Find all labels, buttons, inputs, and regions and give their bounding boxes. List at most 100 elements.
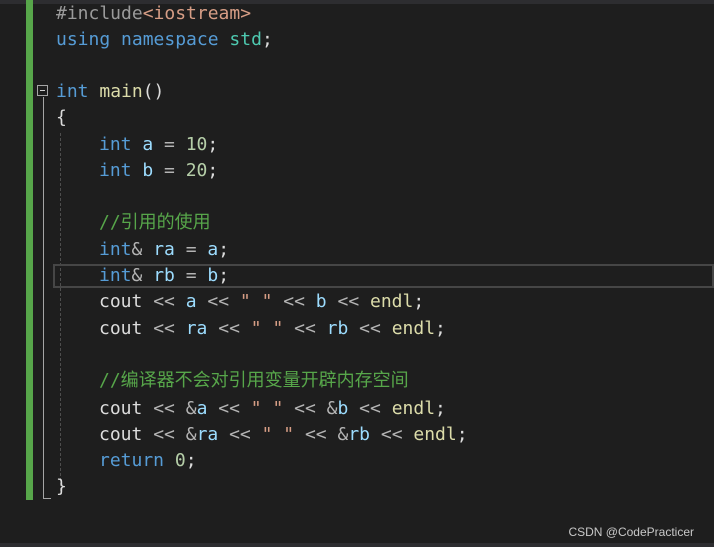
indent-guide [60, 133, 61, 491]
token-address-of: & [185, 424, 197, 445]
code-line-16[interactable]: cout << &a << " " << &b << endl; [99, 396, 446, 422]
change-tracking-bar [26, 0, 33, 500]
token-keyword: int [99, 265, 132, 286]
token-keyword: namespace [121, 29, 219, 50]
token-punct: ; [261, 29, 273, 50]
token-operator: << [218, 424, 262, 445]
token-identifier: cout [99, 424, 143, 445]
token-operator: << [370, 424, 414, 445]
token-operator: = [153, 160, 186, 181]
token-variable: ra [153, 239, 175, 260]
outlining-end [43, 498, 51, 499]
token-operator: = [174, 265, 208, 286]
token-comment: //编译器不会对引用变量开辟内存空间 [99, 370, 409, 391]
token-variable: b [142, 160, 154, 181]
token-operator: << [207, 318, 251, 339]
token-variable: ra [196, 424, 219, 445]
code-line-13[interactable]: cout << ra << " " << rb << endl; [99, 316, 446, 342]
token-operator: << [142, 291, 186, 312]
token-keyword: int [99, 160, 132, 181]
token-operator: << [207, 398, 251, 419]
token-keyword: int [99, 239, 132, 260]
editor-bottom-edge [0, 543, 714, 547]
token-operator: << [142, 398, 186, 419]
token-number: 10 [185, 134, 208, 155]
token-comment: //引用的使用 [99, 212, 211, 233]
token-keyword: int [99, 134, 132, 155]
token-string: " " [239, 291, 273, 312]
code-line-10[interactable]: int& ra = a; [99, 237, 229, 263]
token-operator: << [272, 291, 316, 312]
token-operator: & [131, 265, 143, 286]
token-brace-close: } [56, 476, 67, 497]
token-operator: = [174, 239, 208, 260]
code-line-18[interactable]: return 0; [99, 448, 197, 474]
watermark-text: CSDN @CodePracticer [568, 525, 694, 539]
token-brace-open: { [56, 107, 67, 128]
code-line-1[interactable]: #include<iostream> [56, 1, 251, 27]
token-variable: rb [348, 424, 371, 445]
token-punct: () [142, 81, 165, 102]
token-variable: ra [185, 318, 208, 339]
token-operator: << [348, 318, 392, 339]
code-editor[interactable]: #include<iostream> using namespace std; … [0, 0, 714, 547]
token-number: 20 [185, 160, 208, 181]
token-punct: ; [435, 398, 446, 419]
code-line-17[interactable]: cout << &ra << " " << &rb << endl; [99, 422, 468, 448]
outlining-line [43, 97, 44, 499]
token-address-of: & [185, 398, 197, 419]
token-function: endl [391, 398, 436, 419]
code-line-4[interactable]: int main() [56, 79, 164, 105]
code-line-2[interactable]: using namespace std; [56, 27, 273, 53]
token-function: endl [413, 424, 457, 445]
token-keyword: using [56, 29, 111, 50]
code-line-9[interactable]: //引用的使用 [99, 210, 211, 236]
token-variable: a [207, 239, 219, 260]
token-operator: << [283, 398, 327, 419]
code-line-7[interactable]: int b = 20; [99, 158, 218, 184]
token-operator: << [142, 424, 186, 445]
token-preprocessor: #include [56, 3, 143, 24]
token-address-of: & [337, 424, 349, 445]
token-operator: & [131, 239, 143, 260]
token-operator: << [348, 398, 392, 419]
token-punct: ; [207, 134, 219, 155]
token-address-of: & [326, 398, 338, 419]
token-punct: ; [218, 239, 230, 260]
token-operator: << [294, 424, 338, 445]
token-variable: rb [153, 265, 175, 286]
code-line-15[interactable]: //编译器不会对引用变量开辟内存空间 [99, 368, 409, 394]
token-number: 0 [174, 450, 186, 471]
code-line-5[interactable]: { [56, 105, 67, 131]
code-line-19[interactable]: } [56, 474, 67, 500]
token-punct: ; [207, 160, 219, 181]
token-identifier: cout [99, 318, 143, 339]
code-line-11[interactable]: int& rb = b; [99, 263, 229, 289]
token-variable: b [315, 291, 327, 312]
token-operator: << [142, 318, 186, 339]
code-line-6[interactable]: int a = 10; [99, 132, 218, 158]
token-namespace: std [229, 29, 262, 50]
token-function: endl [391, 318, 436, 339]
token-string: " " [250, 398, 284, 419]
token-punct: ; [435, 318, 446, 339]
token-variable: b [337, 398, 349, 419]
token-punct: ; [456, 424, 468, 445]
collapse-icon[interactable] [37, 85, 48, 96]
token-punct: ; [185, 450, 197, 471]
token-variable: rb [326, 318, 349, 339]
token-punct: ; [218, 265, 230, 286]
token-keyword: return [99, 450, 165, 471]
token-variable: b [207, 265, 219, 286]
token-keyword: int [56, 81, 89, 102]
token-operator: << [283, 318, 327, 339]
token-operator: << [196, 291, 240, 312]
code-line-12[interactable]: cout << a << " " << b << endl; [99, 289, 424, 315]
